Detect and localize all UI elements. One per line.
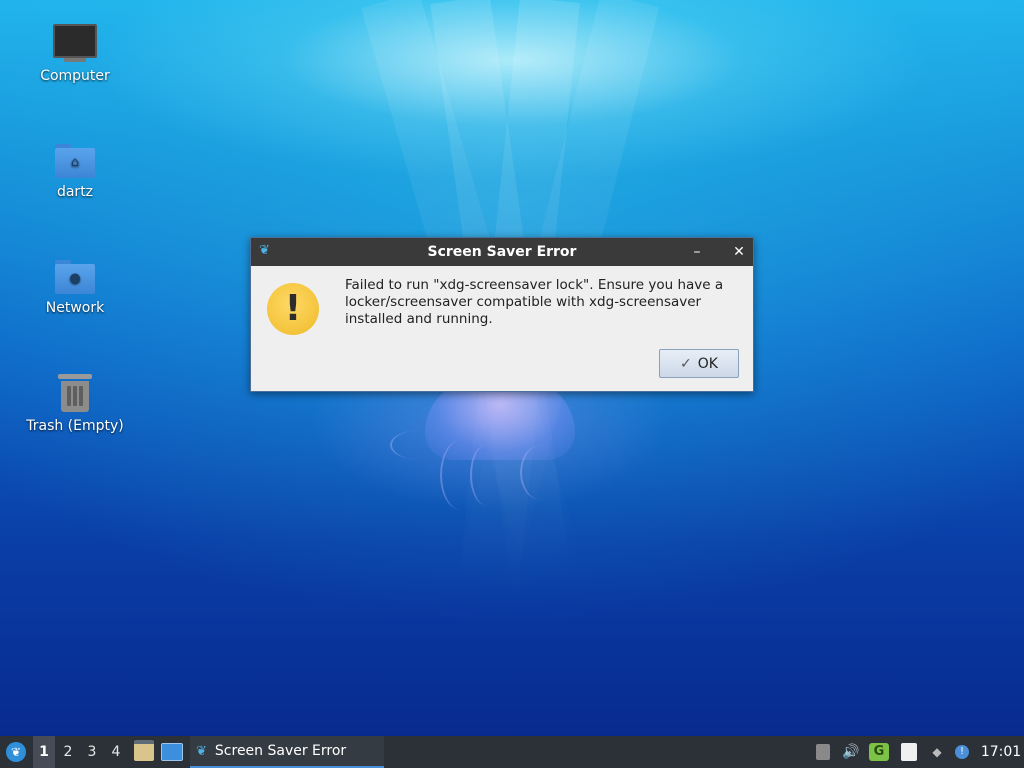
lubuntu-logo-icon: ❦ xyxy=(6,742,26,762)
computer-icon xyxy=(15,24,135,62)
file-manager-icon xyxy=(134,740,154,761)
volume-icon[interactable]: 🔊 xyxy=(840,736,862,768)
desktop-icon-trash[interactable]: Trash (Empty) xyxy=(15,374,135,434)
desktop-icon-label: Network xyxy=(45,300,105,316)
clipboard-icon[interactable] xyxy=(898,736,920,768)
checkmark-icon: ✓ xyxy=(680,355,692,372)
desktop-switch-1[interactable]: 1 xyxy=(33,736,55,768)
file-manager-launcher[interactable] xyxy=(132,736,156,768)
start-menu-button[interactable]: ❦ xyxy=(4,736,28,768)
desktop-switch-3[interactable]: 3 xyxy=(81,736,103,768)
home-folder-icon: ⌂ xyxy=(55,144,95,178)
eject-icon[interactable] xyxy=(812,736,834,768)
clock[interactable]: 17:01 xyxy=(978,736,1024,768)
network-folder-icon: ● xyxy=(55,260,95,294)
desktop-icon-computer[interactable]: Computer xyxy=(15,24,135,84)
jellyfish-tentacle xyxy=(520,445,562,500)
desktop-icon-label: Computer xyxy=(40,68,110,84)
jellyfish-tentacle xyxy=(390,430,452,460)
dialog-message: Failed to run "xdg-screensaver lock". En… xyxy=(345,277,724,327)
show-desktop-icon xyxy=(161,743,183,761)
desktop-icon-network[interactable]: ● Network xyxy=(15,260,135,316)
desktop-switch-4[interactable]: 4 xyxy=(105,736,127,768)
app-logo-icon: ❦ xyxy=(196,743,207,759)
taskbar-window-button[interactable]: ❦ Screen Saver Error xyxy=(190,736,384,768)
ok-button[interactable]: ✓ OK xyxy=(659,349,739,378)
screensaver-error-dialog: ❦ Screen Saver Error – ✕ ! Failed to run… xyxy=(250,237,754,392)
dialog-title: Screen Saver Error xyxy=(427,244,577,260)
dialog-titlebar[interactable]: ❦ Screen Saver Error – ✕ xyxy=(251,238,753,266)
ok-button-label: OK xyxy=(697,355,718,372)
desktop-icon-label: Trash (Empty) xyxy=(26,418,124,434)
desktop-icon-label: dartz xyxy=(56,184,94,200)
trash-icon xyxy=(58,374,92,412)
desktop-icon-home[interactable]: ⌂ dartz xyxy=(15,144,135,200)
minimize-button[interactable]: – xyxy=(688,243,706,261)
show-desktop-button[interactable] xyxy=(160,736,184,768)
close-button[interactable]: ✕ xyxy=(730,243,748,261)
jellyfish-tentacle xyxy=(470,445,502,505)
update-manager-icon[interactable]: G xyxy=(868,736,890,768)
network-tray-icon[interactable]: ◆ xyxy=(926,736,948,768)
taskbar-window-title: Screen Saver Error xyxy=(214,743,347,759)
desktop-background: Computer ⌂ dartz ● Network Trash (Empty) xyxy=(0,0,1024,768)
desktop-switch-2[interactable]: 2 xyxy=(57,736,79,768)
notification-icon[interactable]: ! xyxy=(951,736,973,768)
warning-icon: ! xyxy=(267,283,319,335)
taskbar: ❦ 1 2 3 4 ❦ Screen Saver Error 🔊 G ◆ ! 1… xyxy=(0,736,1024,768)
